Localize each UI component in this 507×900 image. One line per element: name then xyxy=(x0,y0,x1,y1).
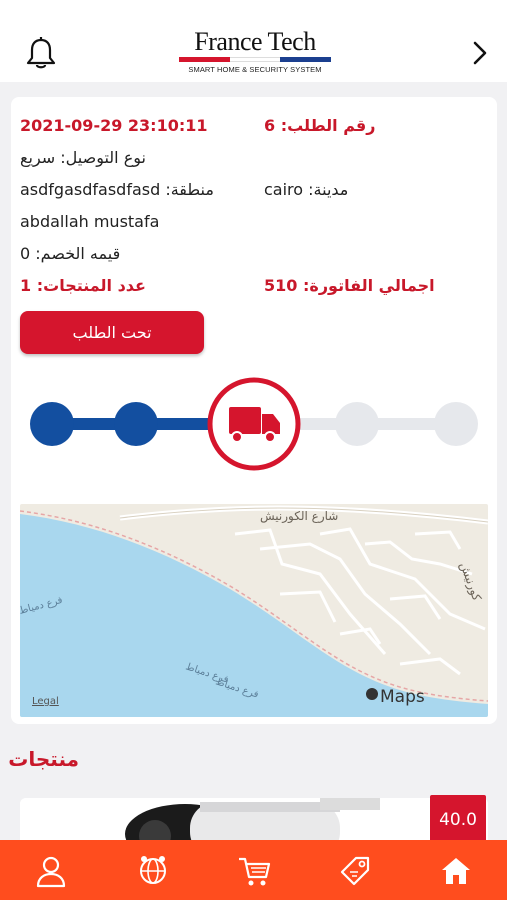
step-2-done xyxy=(114,402,158,446)
products-count: عدد المنتجات: 1 xyxy=(20,276,146,295)
map-street-label: شارع الكورنيش xyxy=(260,509,338,524)
city: مدينة: cairo xyxy=(264,180,349,199)
home-icon[interactable] xyxy=(439,854,473,888)
tag-icon[interactable] xyxy=(338,854,372,888)
step-5-pending xyxy=(434,402,478,446)
map-brand-label: Maps xyxy=(380,687,425,707)
discount-value: قيمه الخصم: 0 xyxy=(20,244,121,263)
brand-logo: France Tech SMART HOME & SECURITY SYSTEM xyxy=(176,28,334,76)
chevron-right-icon[interactable] xyxy=(470,40,490,66)
customer-name: abdallah mustafa xyxy=(20,212,160,231)
step-1-done xyxy=(30,402,74,446)
logo-subtitle: SMART HOME & SECURITY SYSTEM xyxy=(188,65,322,74)
order-progress-tracker xyxy=(30,377,478,471)
delivery-type: نوع التوصيل: سريع xyxy=(20,148,146,167)
product-price-badge: 40.0 xyxy=(430,795,486,845)
cart-icon[interactable] xyxy=(237,854,271,888)
order-status-button[interactable]: تحت الطلب xyxy=(20,311,204,354)
delivery-map[interactable]: شارع الكورنيش كورنيش فرع دمياط فرع دمياط… xyxy=(20,504,488,717)
order-date: 2021-09-29 23:10:11 xyxy=(20,116,208,135)
invoice-total: اجمالي الفاتورة: 510 xyxy=(264,276,435,295)
step-4-pending xyxy=(335,402,379,446)
bell-icon[interactable] xyxy=(26,36,56,70)
map-legal-link: Legal xyxy=(32,696,59,707)
globe-icon[interactable] xyxy=(136,854,170,888)
order-number: رقم الطلب: 6 xyxy=(264,116,376,135)
app-header: France Tech SMART HOME & SECURITY SYSTEM xyxy=(0,0,507,82)
profile-icon[interactable] xyxy=(34,854,68,888)
area: منطقة: asdfgasdfasdfasd xyxy=(20,180,214,199)
logo-title: France Tech xyxy=(194,27,316,56)
logo-flag-bar xyxy=(179,57,332,62)
bottom-navigation xyxy=(0,840,507,900)
products-section-title: منتجات xyxy=(8,747,79,771)
